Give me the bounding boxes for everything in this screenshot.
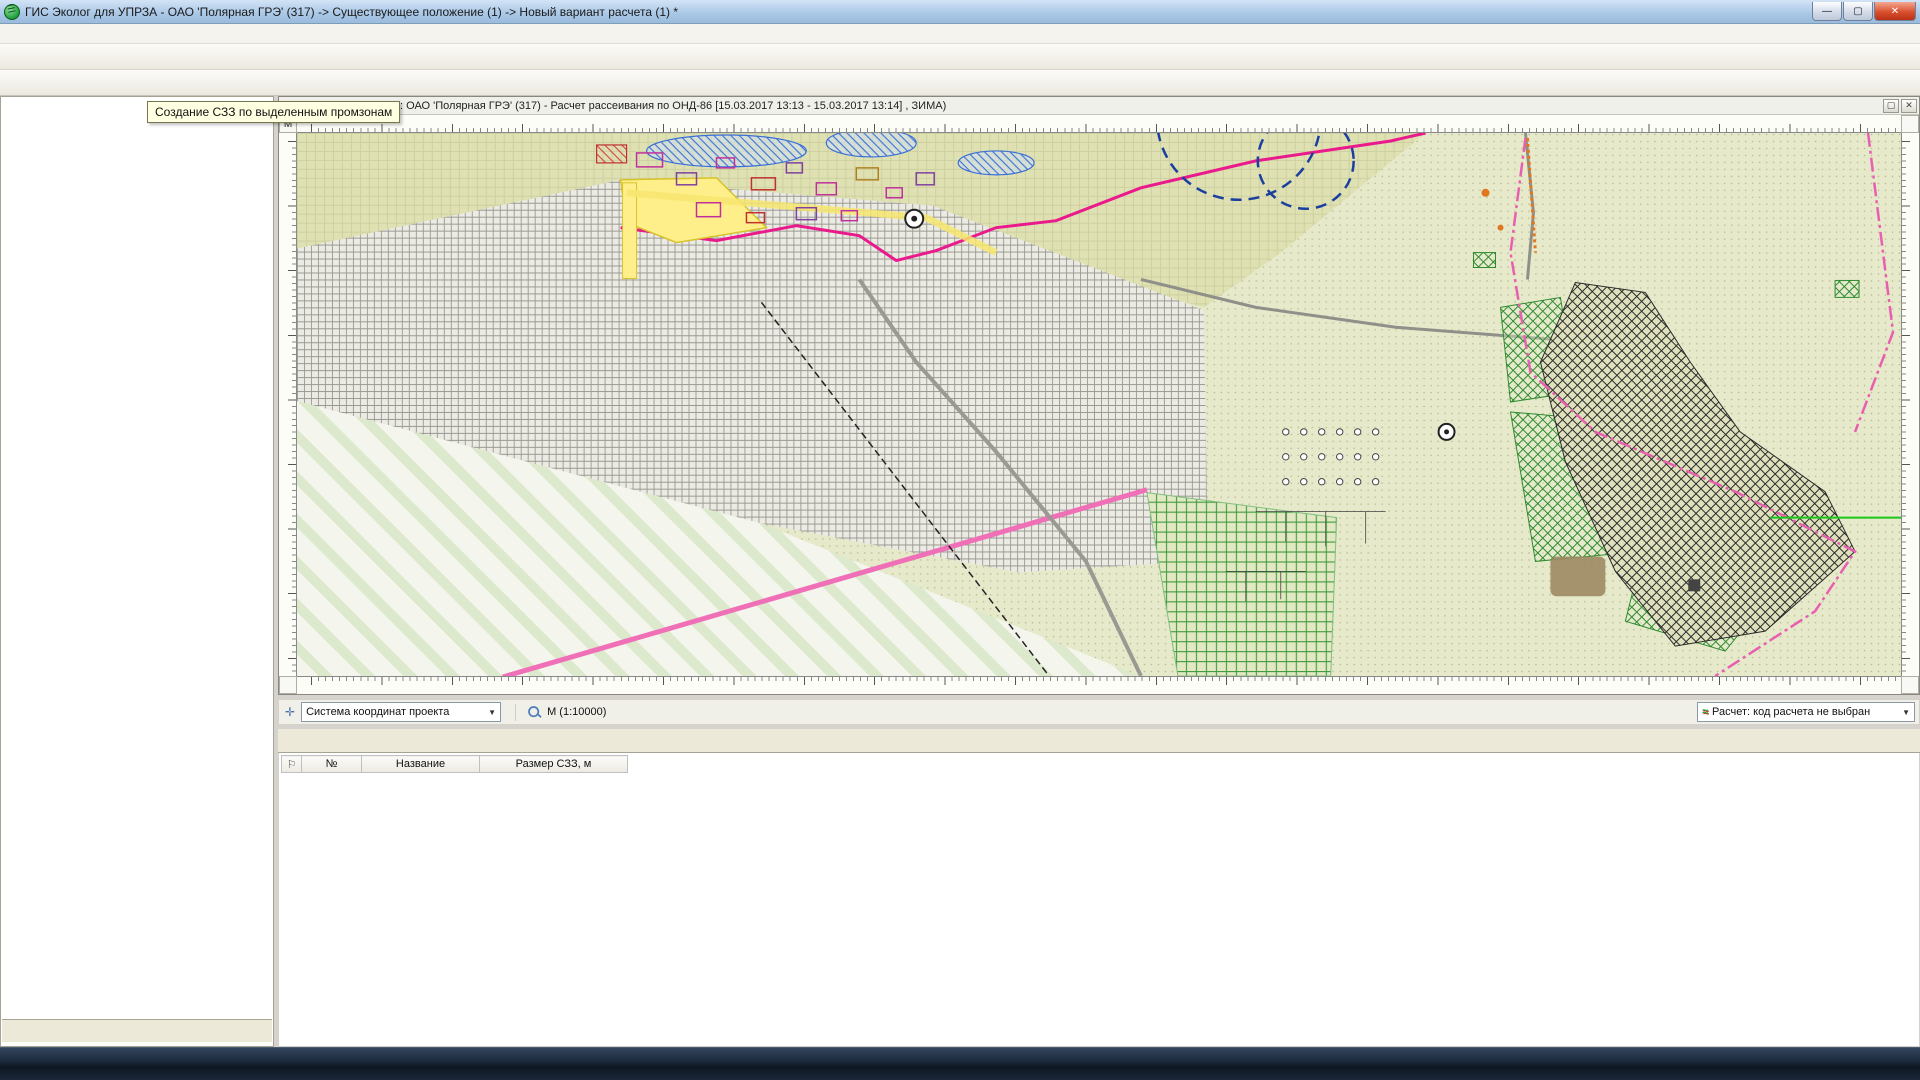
calc-waves-icon: ≈	[1702, 706, 1708, 718]
attributes-table: ⚐ № Название Размер СЗЗ, м	[281, 755, 628, 773]
map-window: та: ОАО 'Полярная ГРЭ' (317) - Расчет ра…	[278, 96, 1920, 695]
chevron-down-icon: ▼	[478, 708, 496, 717]
coordinate-icon: ✛	[285, 705, 295, 719]
map-drawing	[297, 133, 1901, 676]
map-maximize-button[interactable]: ▢	[1883, 99, 1899, 113]
close-button[interactable]: ✕	[1874, 2, 1916, 21]
tooltip: Создание СЗЗ по выделенным промзонам	[147, 101, 400, 123]
ruler-right	[1901, 133, 1919, 676]
layer-tree	[2, 99, 272, 1016]
coordinate-system-select[interactable]: Система координат проекта ▼	[301, 702, 501, 722]
toolbar-zones	[0, 70, 1920, 96]
chevron-down-icon: ▼	[1892, 708, 1910, 717]
panel-tabs	[2, 1019, 272, 1042]
window-title: ГИС Эколог для УПРЗА - ОАО 'Полярная ГРЭ…	[25, 5, 1804, 19]
map-close-button[interactable]: ✕	[1901, 99, 1917, 113]
minimize-button[interactable]: —	[1812, 2, 1842, 21]
ruler-corner-tr	[1901, 115, 1919, 133]
app-icon	[4, 4, 20, 20]
map-body: М	[279, 115, 1919, 694]
status-bar: ✛ Система координат проекта ▼ М (1:10000…	[278, 699, 1920, 725]
main-area: та: ОАО 'Полярная ГРЭ' (317) - Расчет ра…	[0, 96, 1920, 1047]
attributes-area: ⚐ № Название Размер СЗЗ, м	[278, 753, 1920, 1047]
column-size[interactable]: Размер СЗЗ, м	[480, 756, 628, 773]
menu-bar	[0, 24, 1920, 44]
calc-select[interactable]: ≈ Расчет: код расчета не выбран ▼	[1697, 702, 1915, 722]
data-tabs	[278, 729, 1920, 753]
taskbar	[0, 1047, 1920, 1080]
flag-icon[interactable]: ⚐	[282, 756, 302, 773]
column-name[interactable]: Название	[362, 756, 480, 773]
scale-label: М (1:10000)	[547, 706, 606, 718]
layers-panel	[0, 96, 274, 1047]
toolbar-main	[0, 44, 1920, 70]
ruler-bottom	[297, 676, 1901, 694]
map-canvas[interactable]	[297, 133, 1901, 676]
ruler-top	[297, 115, 1901, 133]
scale-group: М (1:10000)	[515, 704, 606, 721]
table-header-row: ⚐ № Название Размер СЗЗ, м	[282, 756, 628, 773]
column-num[interactable]: №	[302, 756, 362, 773]
ruler-corner-br	[1901, 676, 1919, 694]
map-window-title: та: ОАО 'Полярная ГРЭ' (317) - Расчет ра…	[279, 100, 1883, 112]
map-pane: та: ОАО 'Полярная ГРЭ' (317) - Расчет ра…	[278, 96, 1920, 1047]
map-window-header: та: ОАО 'Полярная ГРЭ' (317) - Расчет ра…	[279, 97, 1919, 115]
title-bar: ГИС Эколог для УПРЗА - ОАО 'Полярная ГРЭ…	[0, 0, 1920, 24]
magnifier-icon	[527, 705, 541, 719]
maximize-button[interactable]: ▢	[1843, 2, 1873, 21]
ruler-corner-bl	[279, 676, 297, 694]
ruler-left	[279, 133, 297, 676]
